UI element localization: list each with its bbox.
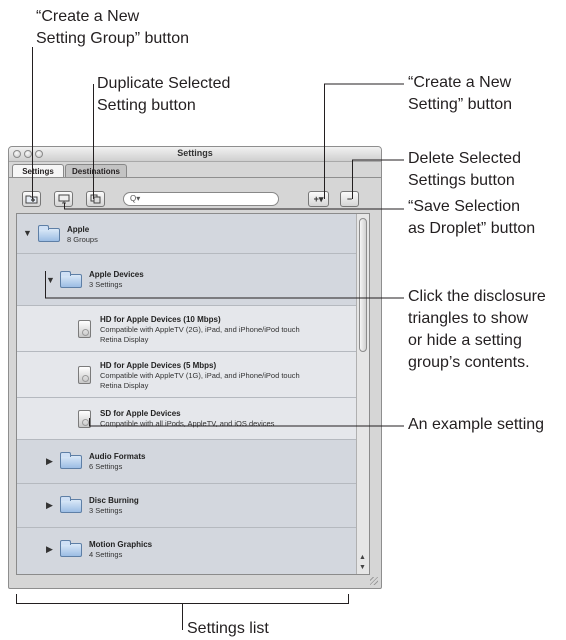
callout-leader-lines — [16, 47, 404, 630]
